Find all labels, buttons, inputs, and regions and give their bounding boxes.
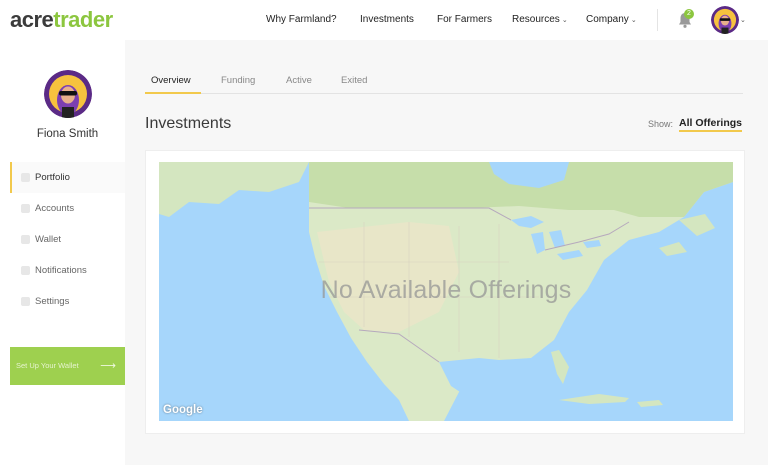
profile-avatar [44,70,92,118]
tab-label: Funding [221,75,256,86]
tab-label: Active [286,75,312,86]
tab-exited[interactable]: Exited [341,75,367,86]
main-content: Overview Funding Active Exited Investmen… [125,40,768,465]
sidebar-item-portfolio[interactable]: Portfolio [10,162,126,193]
active-tab-indicator [145,92,201,94]
logo-text-part1: acre [10,7,54,32]
gear-icon [21,297,30,306]
account-sidebar: Fiona Smith Portfolio Accounts Wallet No… [0,40,126,465]
tab-label: Overview [151,75,191,86]
nav-investments[interactable]: Investments [360,14,414,25]
user-icon [21,204,30,213]
chevron-down-icon: ⌄ [561,17,568,24]
offerings-map[interactable]: No Available Offerings Google [159,162,733,421]
bell-icon [21,266,30,275]
sidebar-item-label: Wallet [35,234,62,245]
top-header: acretrader Why Farmland? Investments For… [0,0,768,40]
set-up-wallet-button[interactable]: Set Up Your Wallet ⟶ [10,347,126,385]
nav-why-farmland[interactable]: Why Farmland? [266,14,337,25]
chevron-down-icon[interactable]: ⌄ [740,16,746,24]
nav-divider [657,9,658,31]
chevron-down-icon: ⌄ [630,17,637,24]
google-attribution: Google [163,404,203,416]
nav-company[interactable]: Company ⌄ [586,14,637,25]
nav-for-farmers[interactable]: For Farmers [437,14,492,25]
sidebar-item-label: Accounts [35,203,75,214]
wallet-icon [21,235,30,244]
sidebar-item-accounts[interactable]: Accounts [10,193,126,224]
show-filter-label: Show: [648,119,674,129]
user-icon [21,173,30,182]
header-avatar[interactable] [711,6,739,34]
sidebar-item-notifications[interactable]: Notifications [10,255,126,286]
nav-label: Investments [360,14,414,25]
page-title: Investments [145,115,232,132]
user-name: Fiona Smith [36,128,99,140]
tab-funding[interactable]: Funding [221,75,255,86]
tab-active[interactable]: Active [286,75,312,86]
sidebar-item-label: Notifications [35,265,87,276]
nav-label: For Farmers [437,14,492,25]
wallet-button-label: Set Up Your Wallet [16,361,79,370]
nav-label: Resources [512,14,560,25]
sidebar-item-label: Portfolio [35,172,70,183]
nav-resources[interactable]: Resources ⌄ [512,14,568,25]
acretrader-logo[interactable]: acretrader [10,7,113,33]
sidebar-menu: Portfolio Accounts Wallet Notifications … [10,162,126,317]
empty-offerings-message: No Available Offerings [320,276,572,304]
tab-label: Exited [341,75,368,86]
notification-count-badge: 2 [684,9,694,19]
logo-text-part2: trader [53,7,113,32]
sidebar-item-settings[interactable]: Settings [10,286,126,317]
nav-label: Why Farmland? [266,14,337,25]
arrow-right-icon: ⟶ [100,360,116,372]
nav-label: Company [586,14,629,25]
portfolio-tabs: Overview Funding Active Exited [145,68,743,94]
offerings-map-card: No Available Offerings Google [145,150,745,434]
tab-overview[interactable]: Overview [151,75,191,86]
sidebar-item-wallet[interactable]: Wallet [10,224,126,255]
show-filter-dropdown[interactable]: All Offerings [679,117,743,132]
sidebar-item-label: Settings [35,296,70,307]
